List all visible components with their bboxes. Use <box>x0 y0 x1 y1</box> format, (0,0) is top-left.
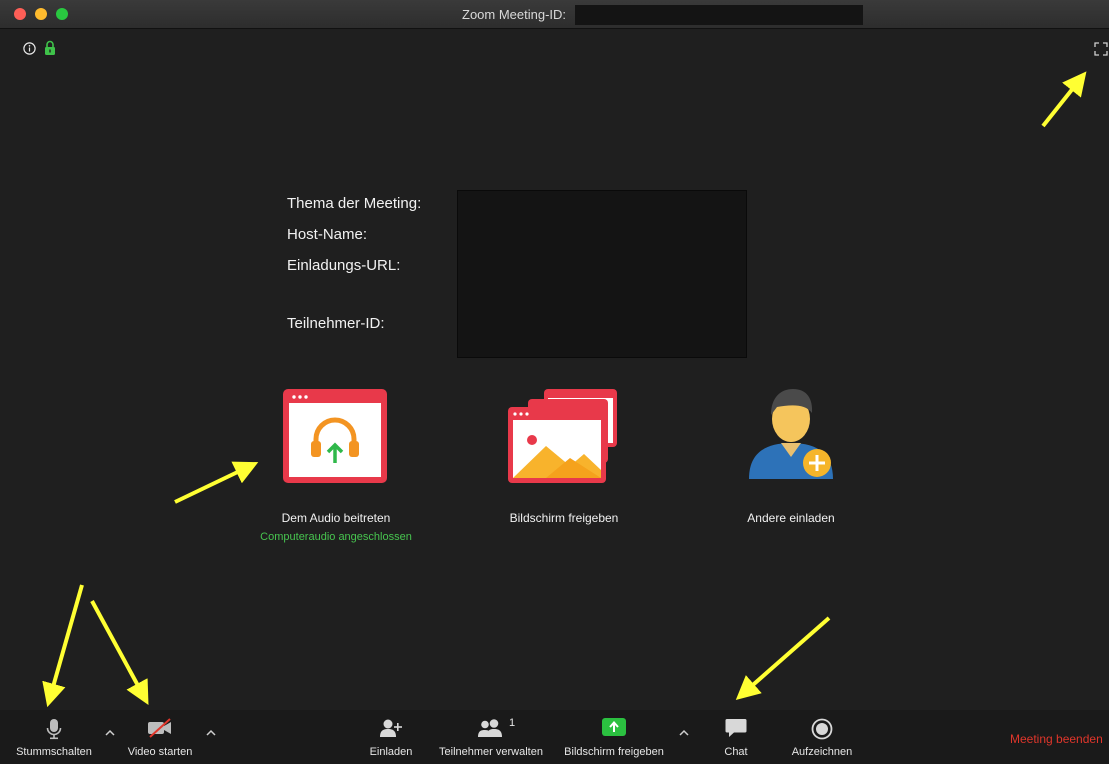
annotation-arrow-chat <box>735 616 831 700</box>
share-screen-toolbar-label: Bildschirm freigeben <box>564 746 664 758</box>
invite-others-label: Andere einladen <box>747 511 835 525</box>
participants-count: 1 <box>509 717 516 729</box>
invite-label: Einladen <box>369 746 413 758</box>
info-icon[interactable] <box>23 42 36 55</box>
end-meeting-button[interactable]: Meeting beenden <box>1010 732 1103 746</box>
video-off-icon <box>148 718 171 738</box>
participant-id-label: Teilnehmer-ID: <box>287 315 385 332</box>
join-audio-label: Dem Audio beitreten <box>281 511 391 525</box>
title-bar: Zoom Meeting-ID: <box>0 0 1109 29</box>
lock-icon[interactable] <box>44 40 56 56</box>
annotation-arrow-video <box>90 600 149 705</box>
video-options-caret-icon[interactable] <box>204 728 218 738</box>
join-audio-icon <box>283 389 387 483</box>
chat-bubble-icon <box>725 719 747 737</box>
meeting-id-redaction <box>575 5 863 25</box>
audio-options-caret-icon[interactable] <box>103 728 117 738</box>
manage-participants-button[interactable]: 1 Teilnehmer verwalten <box>430 710 552 764</box>
share-screen-label: Bildschirm freigeben <box>509 511 619 525</box>
participants-icon <box>478 719 502 737</box>
window-title: Zoom Meeting-ID: <box>462 7 567 22</box>
mute-button[interactable]: Stummschalten <box>8 710 100 764</box>
mute-label: Stummschalten <box>16 746 92 758</box>
invite-url-label: Einladungs-URL: <box>287 257 401 274</box>
record-label: Aufzeichnen <box>791 746 853 758</box>
meeting-topic-label: Thema der Meeting: <box>287 195 422 212</box>
record-button[interactable]: Aufzeichnen <box>782 710 862 764</box>
fullscreen-icon[interactable] <box>1094 42 1108 56</box>
minimize-window-button[interactable] <box>35 8 47 20</box>
annotation-arrow-mute <box>42 584 84 708</box>
chat-button[interactable]: Chat <box>712 710 760 764</box>
annotation-arrow-audio <box>174 461 259 504</box>
share-screen-tile[interactable]: Bildschirm freigeben <box>478 385 650 530</box>
share-options-caret-icon[interactable] <box>677 728 691 738</box>
audio-status-text: Computeraudio angeschlossen <box>260 531 412 543</box>
invite-button[interactable]: Einladen <box>362 710 420 764</box>
join-audio-tile[interactable]: Dem Audio beitreten Computeraudio angesc… <box>250 385 422 550</box>
zoom-meeting-window: Zoom Meeting-ID: Thema der Meeting: Host… <box>0 0 1109 764</box>
host-name-label: Host-Name: <box>287 226 368 243</box>
start-video-label: Video starten <box>127 746 193 758</box>
share-screen-icon <box>602 718 626 736</box>
share-screen-button[interactable]: Bildschirm freigeben <box>556 710 672 764</box>
invite-others-tile[interactable]: Andere einladen <box>705 385 877 530</box>
start-video-button[interactable]: Video starten <box>118 710 202 764</box>
maximize-window-button[interactable] <box>56 8 68 20</box>
annotation-arrow-fullscreen <box>1041 71 1087 128</box>
meeting-info-redaction <box>457 190 747 358</box>
share-screen-tile-icon <box>508 389 617 483</box>
close-window-button[interactable] <box>14 8 26 20</box>
add-user-icon <box>380 719 402 737</box>
invite-others-icon <box>749 389 833 479</box>
record-icon <box>811 718 833 740</box>
chat-label: Chat <box>724 746 748 758</box>
annotation-arrows <box>42 71 1087 708</box>
microphone-icon <box>46 719 62 740</box>
manage-participants-label: Teilnehmer verwalten <box>439 746 543 758</box>
meeting-toolbar: Stummschalten Video starten Einladen 1 T… <box>0 710 1109 764</box>
